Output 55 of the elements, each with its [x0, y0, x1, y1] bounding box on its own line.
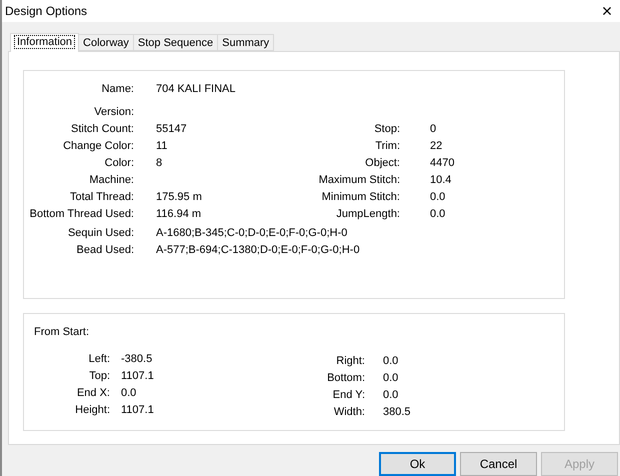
field-label: Name:: [100, 82, 134, 97]
field-value: 380.5: [382, 404, 411, 420]
field-label: Sequin Used:: [66, 226, 134, 241]
field-value: A-577;B-694;C-1380;D-0;E-0;F-0;G-0;H-0: [155, 242, 360, 258]
tab[interactable]: Summary: [218, 34, 274, 51]
field-label: End X:: [76, 386, 110, 401]
window-title: Design Options: [4, 3, 88, 20]
dialog-button[interactable]: Ok: [379, 452, 456, 476]
field-value: 175.95 m: [155, 190, 202, 205]
field-value: -380.5: [120, 352, 152, 367]
field-label: Stop:: [373, 122, 400, 137]
tab[interactable]: Stop Sequence: [134, 34, 218, 51]
field-label: Machine:: [88, 172, 134, 188]
tab[interactable]: Colorway: [79, 34, 134, 51]
field-label: Bead Used:: [76, 242, 134, 258]
field-label: Bottom Thread Used:: [28, 206, 134, 222]
dialog-button[interactable]: Cancel: [460, 452, 537, 476]
field-value: 0.0: [429, 190, 446, 205]
field-value: 0: [429, 122, 436, 137]
field-label: Left:: [88, 352, 110, 367]
field-label: Bottom:: [326, 370, 365, 386]
field-value: 0.0: [382, 370, 398, 386]
field-value: 0.0: [429, 206, 446, 222]
field-label: Right:: [335, 354, 365, 369]
field-label: Top:: [88, 368, 110, 384]
field-value: 4470: [429, 156, 454, 171]
field-value: 0.0: [120, 386, 136, 401]
field-value: 704 KALI FINAL: [155, 82, 236, 97]
field-label: End Y:: [332, 388, 365, 403]
field-label: Width:: [332, 404, 365, 420]
field-value: 22: [429, 138, 442, 154]
field-value: 0.0: [382, 388, 398, 403]
field-label: Change Color:: [62, 138, 134, 154]
field-label: JumpLength:: [335, 206, 400, 222]
close-button[interactable]: ×: [594, 0, 620, 22]
field-label: Stitch Count:: [70, 122, 134, 137]
field-value: 116.94 m: [155, 206, 202, 222]
field-value: 8: [155, 156, 162, 171]
field-label: Trim:: [374, 138, 400, 154]
field-label: Minimum Stitch:: [320, 190, 400, 205]
field-value: 10.4: [429, 172, 452, 188]
field-value: 0.0: [382, 354, 398, 369]
field-value: 11: [155, 138, 168, 154]
field-label: Version:: [93, 104, 134, 120]
group-title: From Start:: [34, 324, 90, 338]
tab[interactable]: Information: [10, 32, 80, 52]
field-label: Maximum Stitch:: [318, 172, 400, 188]
field-label: Object:: [364, 156, 400, 171]
field-value: 1107.1: [120, 402, 154, 418]
field-value: A-1680;B-345;C-0;D-0;E-0;F-0;G-0;H-0: [155, 226, 348, 241]
field-label: Total Thread:: [68, 190, 134, 205]
field-label: Color:: [104, 156, 134, 171]
field-label: Height:: [74, 402, 110, 418]
field-value: 55147: [155, 122, 187, 137]
field-value: 1107.1: [120, 368, 154, 384]
